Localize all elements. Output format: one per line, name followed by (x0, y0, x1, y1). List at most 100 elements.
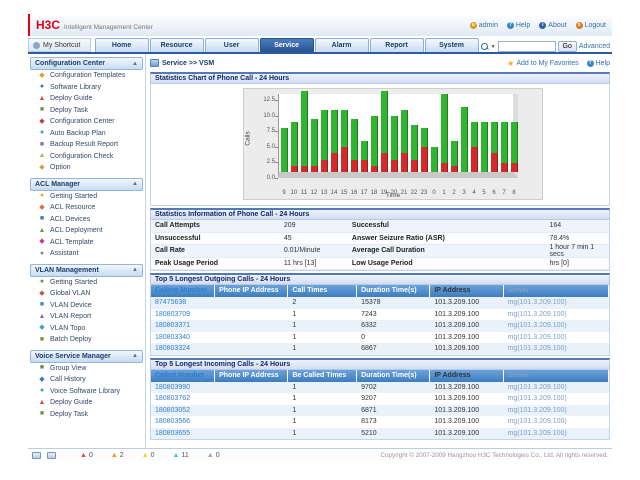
sidebar-item-vlan-device[interactable]: ■VLAN Device (30, 300, 143, 312)
column-header-calling-number[interactable]: Calling Number (151, 285, 215, 297)
add-to-favorites-link[interactable]: ★ Add to My Favorites (507, 59, 578, 68)
search-scope-dropdown-icon[interactable]: ▼ (491, 44, 496, 50)
sidebar-item-batch-deploy[interactable]: ■Batch Deploy (30, 334, 143, 346)
column-header-be-called-times[interactable]: Be Called Times (288, 370, 357, 382)
server-link[interactable]: mg(101.3.209.100) (504, 430, 609, 437)
sidebar-item-getting-started[interactable]: ●Getting Started (30, 277, 143, 289)
sidebar-item-auto-backup-plan[interactable]: ●Auto Backup Plan (30, 128, 143, 140)
deploy-task-icon: ■ (38, 410, 46, 418)
column-header-ip-address[interactable]: IP Address (430, 285, 503, 297)
column-header-phone-ip-address[interactable]: Phone IP Address (215, 285, 288, 297)
server-link[interactable]: mg(101.3.209.100) (504, 345, 609, 352)
number-link[interactable]: 87475638 (151, 299, 215, 306)
user-link-help[interactable]: ?Help (507, 22, 530, 29)
column-header-phone-ip-address[interactable]: Phone IP Address (215, 370, 288, 382)
column-header-server[interactable]: Server (504, 285, 609, 297)
collapse-icon[interactable]: ▲ (132, 267, 138, 273)
alarm-warning[interactable]: ▲11 (173, 452, 189, 459)
server-link[interactable]: mg(101.3.209.100) (504, 407, 609, 414)
sidebar-item-vlan-topo[interactable]: ◆VLAN Topo (30, 323, 143, 335)
column-header-server[interactable]: Server (504, 370, 609, 382)
number-link[interactable]: 180803655 (151, 430, 215, 437)
collapse-icon[interactable]: ▲ (132, 353, 138, 359)
sidebar-item-label: Configuration Center (50, 118, 115, 125)
tab-service[interactable]: Service (260, 38, 314, 52)
number-link[interactable]: 180803990 (151, 384, 215, 391)
server-link[interactable]: mg(101.3.209.100) (504, 395, 609, 402)
sidebar-item-configuration-center[interactable]: ◆Configuration Center (30, 116, 143, 128)
search-input[interactable] (498, 41, 556, 52)
sidebar-item-configuration-check[interactable]: ▲Configuration Check (30, 151, 143, 163)
number-link[interactable]: 180803709 (151, 311, 215, 318)
sidebar-item-getting-started[interactable]: ●Getting Started (30, 191, 143, 203)
tab-report[interactable]: Report (370, 38, 424, 52)
tab-alarm[interactable]: Alarm (315, 38, 369, 52)
number-link[interactable]: 180803324 (151, 345, 215, 352)
server-link[interactable]: mg(101.3.209.100) (504, 299, 609, 306)
collapse-icon[interactable]: ▲ (132, 61, 138, 67)
number-link[interactable]: 180803052 (151, 407, 215, 414)
sidebar-section-header-vlan-management[interactable]: VLAN Management▲ (30, 264, 143, 277)
column-header-duration-time-s[interactable]: Duration Time(s) (357, 285, 430, 297)
tab-home[interactable]: Home (95, 38, 149, 52)
user-link-admin[interactable]: uadmin (470, 22, 498, 29)
number-link[interactable]: 180803566 (151, 418, 215, 425)
statusbar-icon-2[interactable] (47, 452, 56, 459)
number-link[interactable]: 180803340 (151, 334, 215, 341)
cell: 101.3.209.100 (430, 334, 503, 341)
column-header-call-times[interactable]: Call Times (288, 285, 357, 297)
server-link[interactable]: mg(101.3.209.100) (504, 418, 609, 425)
server-link[interactable]: mg(101.3.209.100) (504, 311, 609, 318)
sidebar-section-header-voice-service-manager[interactable]: Voice Service Manager▲ (30, 350, 143, 363)
sidebar-item-acl-template[interactable]: ◆ACL Template (30, 237, 143, 249)
sidebar-item-deploy-guide[interactable]: ▲Deploy Guide (30, 397, 143, 409)
collapse-icon[interactable]: ▲ (132, 181, 138, 187)
sidebar-item-acl-resource[interactable]: ◆ACL Resource (30, 202, 143, 214)
tab-user[interactable]: User (205, 38, 259, 52)
column-header-called-number[interactable]: Called Number (151, 370, 215, 382)
outgoing-section-title: Top 5 Longest Outgoing Calls - 24 Hours (150, 273, 610, 285)
server-link[interactable]: mg(101.3.209.100) (504, 384, 609, 391)
tab-resource[interactable]: Resource (150, 38, 204, 52)
sidebar-item-assistant[interactable]: ●Assistant (30, 248, 143, 260)
y-tick-mark (275, 131, 278, 132)
page-help-link[interactable]: ? Help (587, 60, 610, 67)
sidebar-section-header-configuration-center[interactable]: Configuration Center▲ (30, 57, 143, 70)
main-content: Service >> VSM ★ Add to My Favorites ? H… (146, 54, 612, 448)
sidebar-item-deploy-task[interactable]: ■Deploy Task (30, 105, 143, 117)
sidebar-item-voice-software-library[interactable]: ●Voice Software Library (30, 386, 143, 398)
sidebar-item-software-library[interactable]: ●Software Library (30, 82, 143, 94)
sidebar-item-call-history[interactable]: ◆Call History (30, 374, 143, 386)
sidebar-item-deploy-task[interactable]: ■Deploy Task (30, 409, 143, 421)
search-go-button[interactable]: Go (558, 41, 577, 52)
user-link-about[interactable]: iAbout (539, 22, 566, 29)
sidebar-item-deploy-guide[interactable]: ▲Deploy Guide (30, 93, 143, 105)
my-shortcut-button[interactable]: My Shortcut (28, 38, 91, 52)
bar-green-17 (361, 141, 368, 160)
sidebar-section-header-acl-manager[interactable]: ACL Manager▲ (30, 178, 143, 191)
alarm-critical[interactable]: ▲0 (80, 452, 93, 459)
sidebar-item-vlan-report[interactable]: ▲VLAN Report (30, 311, 143, 323)
search-icon[interactable] (480, 42, 489, 51)
alarm-info[interactable]: ▲0 (207, 452, 220, 459)
tab-system[interactable]: System (425, 38, 479, 52)
number-link[interactable]: 180803371 (151, 322, 215, 329)
user-link-logout[interactable]: xLogout (576, 22, 606, 29)
number-link[interactable]: 180803762 (151, 395, 215, 402)
server-link[interactable]: mg(101.3.209.100) (504, 322, 609, 329)
alarm-major[interactable]: ▲2 (111, 452, 124, 459)
advanced-search-link[interactable]: Advanced (579, 43, 610, 50)
statusbar-icon-1[interactable] (32, 452, 41, 459)
sidebar-item-backup-result-report[interactable]: ■Backup Result Report (30, 139, 143, 151)
alarm-minor[interactable]: ▲0 (142, 452, 155, 459)
sidebar-item-global-vlan[interactable]: ◆Global VLAN (30, 288, 143, 300)
sidebar-item-acl-deployment[interactable]: ▲ACL Deployment (30, 225, 143, 237)
sidebar-item-group-view[interactable]: ■Group View (30, 363, 143, 375)
server-link[interactable]: mg(101.3.209.100) (504, 334, 609, 341)
column-header-ip-address[interactable]: IP Address (430, 370, 503, 382)
sidebar-item-acl-devices[interactable]: ■ACL Devices (30, 214, 143, 226)
sidebar-item-configuration-templates[interactable]: ◆Configuration Templates (30, 70, 143, 82)
sidebar-item-option[interactable]: ◆Option (30, 162, 143, 174)
column-header-duration-time-s[interactable]: Duration Time(s) (357, 370, 430, 382)
table-header-row: Calling NumberPhone IP AddressCall Times… (151, 285, 609, 297)
